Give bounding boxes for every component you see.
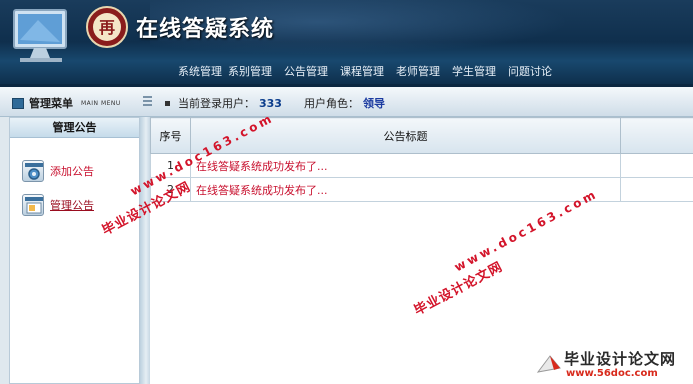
current-user-label: 当前登录用户：: [178, 97, 255, 110]
row-extra-cell: [620, 153, 693, 178]
collapse-bars-icon[interactable]: [143, 96, 152, 107]
nav-department[interactable]: 系别管理: [228, 63, 278, 79]
flag-icon: [536, 355, 561, 373]
role-label: 用户角色：: [303, 97, 359, 110]
nav-course[interactable]: 课程管理: [334, 63, 390, 79]
bullet-icon: [165, 100, 170, 106]
sidebar-item-label: 添加公告: [50, 165, 94, 178]
corner-site-url: www.56doc.com: [566, 368, 658, 379]
menu-label-en: MAIN MENU: [81, 99, 121, 107]
status-bar: 管理菜单 MAIN MENU 当前登录用户： 333 用户角色： 领导: [0, 87, 693, 117]
nav-system[interactable]: 系统管理: [172, 63, 228, 79]
corner-watermark: 毕业设计论文网 www.56doc.com: [534, 346, 693, 384]
row-title-cell: 在线答疑系统成功发布了...: [190, 177, 621, 202]
window-icon: [22, 194, 44, 216]
table-row: 2 在线答疑系统成功发布了...: [150, 177, 693, 202]
app-header: 再 在线答疑系统 系统管理 系别管理 公告管理 课程管理 老师管理 学生管理 问…: [0, 0, 693, 87]
current-user-value: 333: [259, 96, 282, 110]
top-nav: 系统管理 系别管理 公告管理 课程管理 老师管理 学生管理 问题讨论: [172, 63, 558, 79]
logo-text: 再: [99, 18, 115, 37]
col-header-index: 序号: [150, 117, 191, 154]
row-extra-cell: [620, 177, 693, 202]
nav-discussion[interactable]: 问题讨论: [502, 63, 558, 79]
nav-teacher[interactable]: 老师管理: [390, 63, 446, 79]
role-value: 领导: [362, 97, 385, 110]
notice-title-link[interactable]: 在线答疑系统成功发布了...: [196, 160, 328, 173]
nav-student[interactable]: 学生管理: [446, 63, 502, 79]
gear-icon: [22, 160, 44, 182]
monitor-icon: [13, 9, 67, 62]
app-title: 在线答疑系统: [136, 17, 275, 42]
table-row: 1 在线答疑系统成功发布了...: [150, 153, 693, 178]
nav-notice[interactable]: 公告管理: [278, 63, 334, 79]
menu-label: 管理菜单: [29, 97, 73, 110]
corner-site-cn: 毕业设计论文网: [564, 350, 677, 368]
col-header-extra: [620, 117, 693, 154]
main-panel: 序号 公告标题 1 在线答疑系统成功发布了... 2 在线答疑系统成功发布了..…: [150, 117, 693, 384]
school-logo-icon: 再: [86, 6, 128, 48]
sidebar-item-add-notice[interactable]: 添加公告: [22, 160, 94, 182]
login-info: 当前登录用户： 333 用户角色： 领导: [165, 95, 385, 111]
menu-title: 管理菜单 MAIN MENU: [12, 95, 121, 111]
sidebar-item-label: 管理公告: [50, 199, 94, 212]
sidebar-title: 管理公告: [10, 118, 139, 138]
sidebar-splitter[interactable]: [140, 117, 150, 384]
sidebar-item-manage-notice[interactable]: 管理公告: [22, 194, 94, 216]
row-title-cell: 在线答疑系统成功发布了...: [190, 153, 621, 178]
menu-icon: [12, 97, 24, 109]
notice-title-link[interactable]: 在线答疑系统成功发布了...: [196, 184, 328, 197]
sidebar: 管理公告 添加公告 管理公告: [9, 117, 140, 384]
